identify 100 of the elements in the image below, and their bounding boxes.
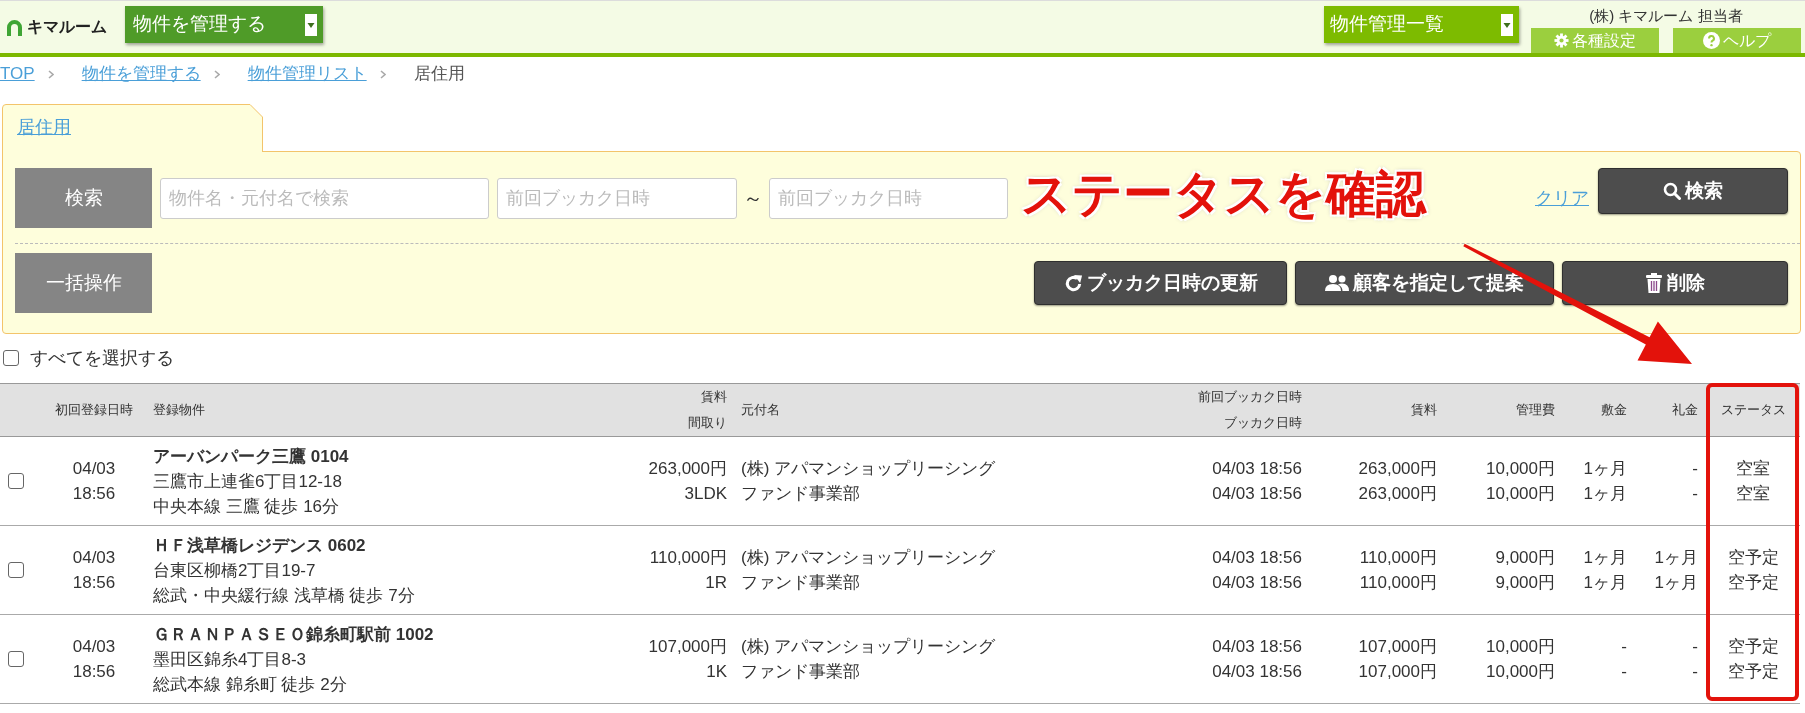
- property-address: 三鷹市上連雀6丁目12-18: [153, 470, 343, 493]
- column-header: 間取り: [687, 414, 727, 432]
- rent-text: 110,000円: [648, 547, 727, 569]
- time-text: 18:56: [71, 483, 117, 505]
- menu-dropdown[interactable]: 物件を管理する: [125, 6, 323, 43]
- layout-text: 1R: [704, 572, 727, 594]
- status-text: 空予定: [1726, 547, 1780, 569]
- chevron-icon: [379, 69, 386, 79]
- annotation-text: ステータスを確認: [1021, 169, 1426, 219]
- management-fee: 9,000円: [1494, 572, 1555, 594]
- agent-department: ファンド事業部: [741, 661, 861, 683]
- booking-datetime: 04/03 18:56: [1211, 572, 1302, 594]
- keyword-field[interactable]: 物件名・元付名で検索: [160, 177, 489, 219]
- tab[interactable]: 居住用: [2, 104, 263, 152]
- booking-datetime: 04/03 18:56: [1211, 661, 1302, 683]
- station-access: 総武・中央緩行線 浅草橋 徒歩 7分: [153, 584, 416, 607]
- management-fee: 10,000円: [1485, 483, 1555, 505]
- chevron-icon: [213, 69, 220, 79]
- select-all-label[interactable]: すべてを選択する: [30, 344, 174, 372]
- key-money-text: 1ヶ月: [1653, 572, 1698, 594]
- management-fee: 10,000円: [1485, 661, 1555, 683]
- date-field[interactable]: 前回ブッカク日時: [769, 177, 1008, 219]
- key-money-text: -: [1691, 636, 1698, 658]
- search-label: 検索: [15, 168, 152, 228]
- time-text: 18:56: [71, 661, 117, 683]
- column-header: 賃料: [700, 388, 727, 406]
- property-address: 墨田区錦糸4丁目8-3: [153, 648, 308, 671]
- key-money-text: -: [1691, 483, 1698, 505]
- deposit-text: -: [1620, 636, 1627, 658]
- column-header: 登録物件: [153, 401, 206, 419]
- propose-button[interactable]: 顧客を指定して提案: [1295, 261, 1554, 305]
- layout-text: 3LDK: [683, 483, 727, 505]
- column-header: 敷金: [1600, 401, 1627, 419]
- column-header: 礼金: [1671, 401, 1698, 419]
- column-header: ステータス: [1719, 401, 1787, 419]
- logo-text: キマルーム: [27, 17, 107, 37]
- refresh-icon: [1063, 273, 1083, 293]
- time-text: 18:56: [71, 572, 117, 594]
- refresh-button[interactable]: ブッカク日時の更新: [1034, 261, 1287, 305]
- agent-name: (株) アパマンショップリーシング: [741, 547, 997, 569]
- date-field[interactable]: 前回ブッカク日時: [497, 177, 737, 219]
- delete-button[interactable]: 削除: [1562, 261, 1788, 305]
- layout-text: 1K: [705, 661, 727, 683]
- booking-datetime: 04/03 18:56: [1211, 483, 1302, 505]
- help-button[interactable]: ヘルプ: [1673, 28, 1801, 53]
- property-name: ＨＦ浅草橋レジデンス 0602: [153, 534, 367, 557]
- status-text: 空予定: [1726, 572, 1780, 594]
- caret-icon: [305, 13, 317, 36]
- rent-text: 110,000円: [1358, 572, 1437, 594]
- agent-name: (株) アパマンショップリーシング: [741, 636, 997, 658]
- agent-department: ファンド事業部: [741, 483, 861, 505]
- clear-link[interactable]: クリア: [1535, 184, 1589, 212]
- rent-text: 107,000円: [1357, 661, 1437, 683]
- people-icon: [1325, 274, 1349, 292]
- select-all-checkbox[interactable]: [3, 350, 19, 366]
- rent-text: 110,000円: [1358, 547, 1437, 569]
- breadcrumb-link[interactable]: 物件を管理する: [81, 61, 201, 87]
- deposit-text: 1ヶ月: [1582, 572, 1627, 594]
- breadcrumb-current: 居住用: [413, 63, 465, 86]
- search-button[interactable]: 検索: [1598, 168, 1788, 214]
- rent-text: 263,000円: [1357, 483, 1437, 505]
- rent-text: 263,000円: [647, 458, 727, 480]
- column-header: 初回登録日時: [54, 401, 134, 419]
- search-icon: [1663, 182, 1681, 200]
- key-money-text: 1ヶ月: [1653, 547, 1698, 569]
- chevron-icon: [47, 69, 54, 79]
- status-text: 空予定: [1726, 636, 1780, 658]
- row-checkbox[interactable]: [8, 562, 24, 578]
- row-checkbox[interactable]: [8, 473, 24, 489]
- property-name: ＧＲＡＮＰＡＳＥＯ錦糸町駅前 1002: [153, 623, 435, 646]
- rent-text: 263,000円: [1357, 458, 1437, 480]
- breadcrumb-link[interactable]: 物件管理リスト: [247, 61, 367, 87]
- gear-icon: [1554, 33, 1569, 48]
- station-access: 総武本線 錦糸町 徒歩 2分: [153, 673, 348, 696]
- settings-button[interactable]: 各種設定: [1531, 28, 1659, 53]
- deposit-text: 1ヶ月: [1582, 547, 1627, 569]
- rent-text: 107,000円: [1357, 636, 1437, 658]
- view-dropdown[interactable]: 物件管理一覧: [1324, 6, 1519, 43]
- property-name: アーバンパーク三鷹 0104: [153, 445, 350, 468]
- key-money-text: -: [1691, 458, 1698, 480]
- caret-icon: [1501, 13, 1513, 36]
- column-header: 元付名: [741, 401, 781, 419]
- column-header: 前回ブッカク日時: [1197, 388, 1302, 406]
- agent-department: ファンド事業部: [741, 572, 861, 594]
- range-separator: ～: [743, 186, 763, 211]
- rent-text: 107,000円: [647, 636, 727, 658]
- bulk-actions-label: 一括操作: [15, 253, 152, 313]
- deposit-text: -: [1620, 661, 1627, 683]
- status-text: 空予定: [1726, 661, 1780, 683]
- row-checkbox[interactable]: [8, 651, 24, 667]
- help-icon: [1703, 32, 1720, 49]
- breadcrumb-link[interactable]: TOP: [0, 61, 35, 87]
- booking-datetime: 04/03 18:56: [1211, 547, 1302, 569]
- agent-name: (株) アパマンショップリーシング: [741, 458, 997, 480]
- column-header: ブッカク日時: [1223, 414, 1302, 432]
- management-fee: 10,000円: [1485, 636, 1555, 658]
- status-text: 空室: [1735, 458, 1771, 480]
- booking-datetime: 04/03 18:56: [1211, 458, 1302, 480]
- management-fee: 9,000円: [1494, 547, 1555, 569]
- date-text: 04/03: [71, 547, 117, 569]
